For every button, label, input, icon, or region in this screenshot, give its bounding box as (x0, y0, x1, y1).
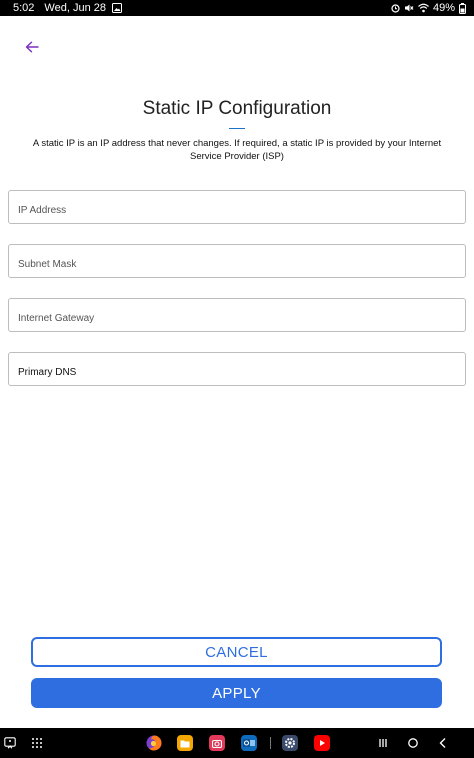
alarm-icon (391, 3, 400, 13)
battery-percent: 49% (432, 2, 455, 14)
back-button[interactable] (22, 37, 42, 57)
internet-gateway-field[interactable] (8, 298, 466, 332)
cancel-button[interactable]: CANCEL (31, 637, 442, 667)
camera-icon[interactable] (209, 735, 225, 751)
ip-address-input[interactable] (18, 205, 448, 216)
primary-dns-field[interactable] (8, 352, 466, 386)
firefox-icon[interactable] (146, 735, 162, 751)
subnet-mask-input[interactable] (18, 259, 448, 270)
primary-dns-input[interactable] (18, 367, 448, 378)
taskbar (0, 728, 474, 758)
image-icon (111, 3, 122, 13)
settings-icon[interactable] (282, 735, 298, 751)
apply-button[interactable]: APPLY (31, 678, 442, 708)
status-date: Wed, Jun 28 (44, 2, 106, 14)
status-bar: 5:02 Wed, Jun 28 49% (0, 0, 474, 16)
mute-icon (404, 3, 414, 13)
title-underline (229, 128, 245, 129)
wifi-icon (418, 3, 429, 13)
arrow-left-icon (25, 41, 39, 53)
app-drawer-icon[interactable] (29, 735, 45, 751)
ip-address-field[interactable] (8, 190, 466, 224)
battery-icon (459, 2, 466, 14)
accessibility-icon[interactable] (2, 735, 18, 751)
back-icon[interactable] (435, 735, 451, 751)
taskbar-divider (270, 737, 271, 749)
outlook-icon[interactable] (241, 735, 257, 751)
recents-icon[interactable] (375, 735, 391, 751)
subnet-mask-field[interactable] (8, 244, 466, 278)
home-icon[interactable] (405, 735, 421, 751)
files-icon[interactable] (177, 735, 193, 751)
page-title: Static IP Configuration (142, 98, 332, 119)
status-time: 5:02 (13, 2, 35, 14)
internet-gateway-input[interactable] (18, 313, 448, 324)
page-description: A static IP is an IP address that never … (32, 138, 442, 162)
youtube-icon[interactable] (314, 735, 330, 751)
